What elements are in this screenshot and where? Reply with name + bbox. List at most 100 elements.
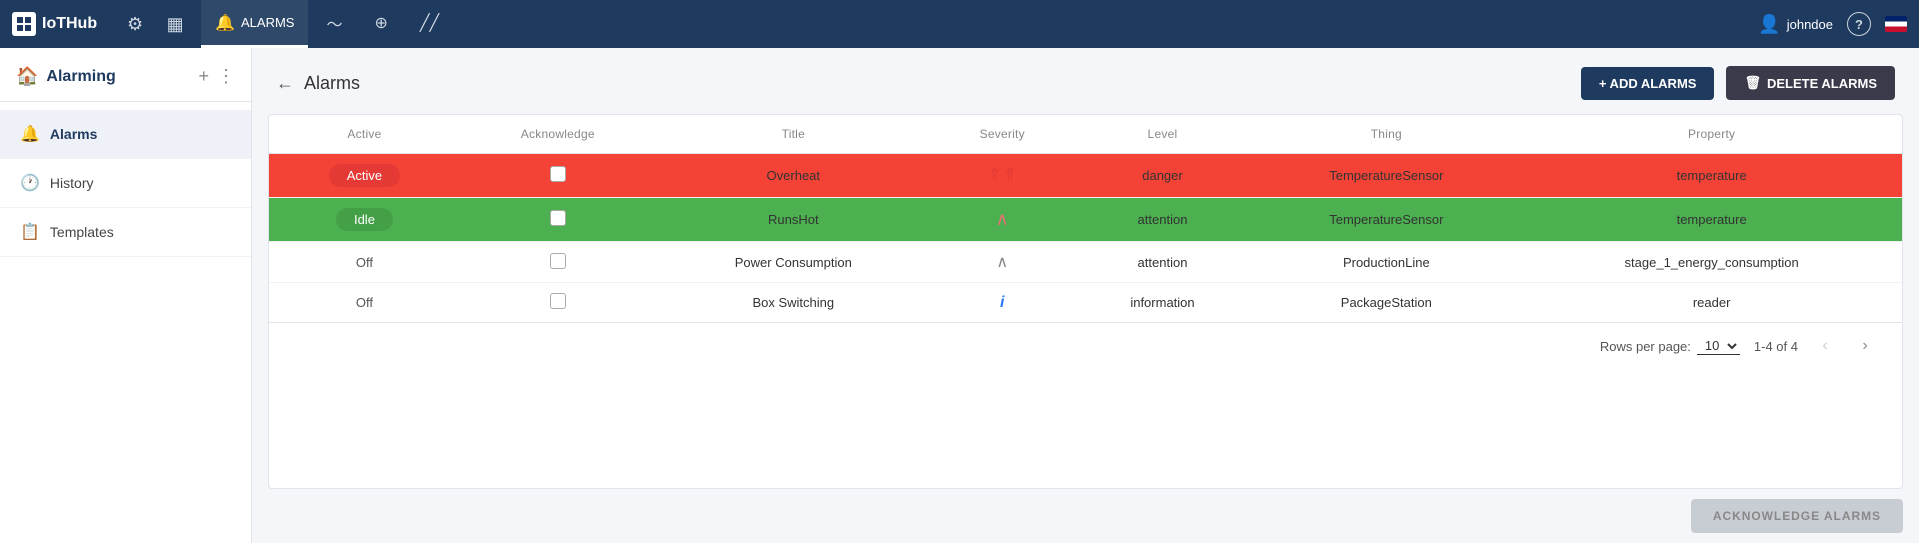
- cell-acknowledge-3: [460, 242, 656, 283]
- nav-alarms-label: ALARMS: [241, 15, 294, 30]
- alarm-nav-icon: 🔔: [215, 13, 235, 33]
- severity-icon-info: i: [1000, 294, 1004, 311]
- signal-icon: ╱╱: [420, 13, 439, 33]
- acknowledge-alarms-button[interactable]: ACKNOWLEDGE ALARMS: [1691, 499, 1903, 533]
- sidebar-item-alarms-label: Alarms: [50, 126, 97, 142]
- table-header: Active Acknowledge Title Severity Level …: [269, 115, 1902, 154]
- page-title: Alarms: [304, 73, 360, 94]
- status-badge-off-3: Off: [356, 255, 373, 270]
- nav-signal[interactable]: ╱╱: [406, 0, 453, 48]
- sidebar-item-history-label: History: [50, 175, 94, 191]
- table-row: Off Box Switching i information PackageS…: [269, 283, 1902, 323]
- help-icon[interactable]: ?: [1847, 12, 1871, 36]
- cell-thing-1: TemperatureSensor: [1251, 154, 1521, 198]
- acknowledge-checkbox-3[interactable]: [550, 253, 566, 269]
- more-sidebar-icon[interactable]: ⋮: [217, 66, 235, 87]
- table-row: Active Overheat ⇑⇑ danger TemperatureSen…: [269, 154, 1902, 198]
- content-header-right: + ADD ALARMS 🗑 DELETE ALARMS: [1581, 66, 1895, 100]
- severity-icon-danger: ⇑⇑: [987, 165, 1017, 185]
- content-header-left: ← Alarms: [276, 73, 360, 94]
- col-property: Property: [1521, 115, 1902, 154]
- sidebar-item-alarms[interactable]: 🔔 Alarms: [0, 110, 251, 159]
- acknowledge-section: ACKNOWLEDGE ALARMS: [252, 489, 1919, 543]
- app-name: IoTHub: [42, 15, 97, 33]
- topnav-items: ⚙ ▦ 🔔 ALARMS 〜 ⊕ ╱╱: [121, 0, 1758, 48]
- template-icon: 📋: [20, 222, 40, 242]
- user-avatar-icon: 👤: [1758, 14, 1780, 35]
- app-logo[interactable]: IoTHub: [12, 12, 97, 36]
- nav-chart[interactable]: 〜: [312, 0, 356, 48]
- sidebar-title: 🏠 Alarming: [16, 66, 116, 87]
- nav-alarms[interactable]: 🔔 ALARMS: [201, 0, 308, 48]
- rows-per-page-label: Rows per page:: [1600, 339, 1691, 354]
- cell-thing-4: PackageStation: [1251, 283, 1521, 323]
- cell-severity-3: ∧: [931, 242, 1074, 283]
- pagination-info: 1-4 of 4: [1754, 339, 1798, 354]
- chart-icon: 〜: [326, 11, 342, 35]
- table-row: Idle RunsHot ∧ attention TemperatureSens…: [269, 198, 1902, 242]
- status-badge-active[interactable]: Active: [329, 164, 400, 187]
- cell-severity-2: ∧: [931, 198, 1074, 242]
- cell-level-4: information: [1074, 283, 1252, 323]
- settings-nav-icon[interactable]: ⚙: [121, 10, 149, 38]
- cell-severity-4: i: [931, 283, 1074, 323]
- cell-acknowledge-1: [460, 154, 656, 198]
- status-badge-idle[interactable]: Idle: [336, 208, 393, 231]
- nav-globe[interactable]: ⊕: [361, 0, 402, 48]
- severity-icon-attention: ∧: [996, 209, 1009, 229]
- cell-property-4: reader: [1521, 283, 1902, 323]
- severity-icon-attention-up: ∧: [996, 254, 1008, 271]
- home-icon: 🏠: [16, 66, 38, 87]
- cell-level-2: attention: [1074, 198, 1252, 242]
- acknowledge-checkbox-2[interactable]: [550, 210, 566, 226]
- sidebar-item-history[interactable]: 🕐 History: [0, 159, 251, 208]
- content: ← Alarms + ADD ALARMS 🗑 DELETE ALARMS Ac…: [252, 48, 1919, 543]
- cell-acknowledge-4: [460, 283, 656, 323]
- logo-icon: [12, 12, 36, 36]
- next-page-button[interactable]: ›: [1852, 333, 1878, 359]
- username: johndoe: [1787, 17, 1833, 32]
- language-flag[interactable]: [1885, 16, 1907, 32]
- alarms-table-container: Active Acknowledge Title Severity Level …: [268, 114, 1903, 489]
- table-footer: Rows per page: 10 25 50 1-4 of 4 ‹ ›: [269, 322, 1902, 369]
- history-icon: 🕐: [20, 173, 40, 193]
- table-row: Off Power Consumption ∧ attention Produc…: [269, 242, 1902, 283]
- globe-icon: ⊕: [375, 13, 388, 33]
- cell-active-3: Off: [269, 242, 460, 283]
- cell-acknowledge-2: [460, 198, 656, 242]
- col-title: Title: [656, 115, 931, 154]
- user-menu[interactable]: 👤 johndoe: [1758, 14, 1833, 35]
- col-level: Level: [1074, 115, 1252, 154]
- cell-title-2: RunsHot: [656, 198, 931, 242]
- acknowledge-checkbox-4[interactable]: [550, 293, 566, 309]
- add-sidebar-icon[interactable]: +: [198, 66, 209, 87]
- cell-active-4: Off: [269, 283, 460, 323]
- cell-property-1: temperature: [1521, 154, 1902, 198]
- delete-alarms-button[interactable]: 🗑 DELETE ALARMS: [1726, 66, 1895, 100]
- sidebar: 🏠 Alarming + ⋮ 🔔 Alarms 🕐 History 📋 Temp…: [0, 48, 252, 543]
- table-body: Active Overheat ⇑⇑ danger TemperatureSen…: [269, 154, 1902, 323]
- alarms-icon: 🔔: [20, 124, 40, 144]
- cell-title-1: Overheat: [656, 154, 931, 198]
- prev-page-button[interactable]: ‹: [1812, 333, 1838, 359]
- trash-icon: 🗑: [1744, 75, 1761, 91]
- sidebar-header-icons: + ⋮: [198, 66, 235, 87]
- cell-active-2: Idle: [269, 198, 460, 242]
- status-badge-off-4: Off: [356, 295, 373, 310]
- cell-level-1: danger: [1074, 154, 1252, 198]
- topnav: IoTHub ⚙ ▦ 🔔 ALARMS 〜 ⊕ ╱╱ 👤 johndoe ?: [0, 0, 1919, 48]
- add-alarms-button[interactable]: + ADD ALARMS: [1581, 67, 1715, 100]
- cell-property-2: temperature: [1521, 198, 1902, 242]
- cell-property-3: stage_1_energy_consumption: [1521, 242, 1902, 283]
- back-button[interactable]: ←: [276, 73, 294, 94]
- main-area: 🏠 Alarming + ⋮ 🔔 Alarms 🕐 History 📋 Temp…: [0, 48, 1919, 543]
- sidebar-item-templates[interactable]: 📋 Templates: [0, 208, 251, 257]
- rows-per-page-select[interactable]: 10 25 50: [1697, 337, 1740, 355]
- sidebar-item-templates-label: Templates: [50, 224, 114, 240]
- cell-title-3: Power Consumption: [656, 242, 931, 283]
- cell-severity-1: ⇑⇑: [931, 154, 1074, 198]
- col-active: Active: [269, 115, 460, 154]
- acknowledge-checkbox-1[interactable]: [550, 166, 566, 182]
- grid-nav-icon[interactable]: ▦: [161, 10, 189, 38]
- content-header: ← Alarms + ADD ALARMS 🗑 DELETE ALARMS: [252, 48, 1919, 114]
